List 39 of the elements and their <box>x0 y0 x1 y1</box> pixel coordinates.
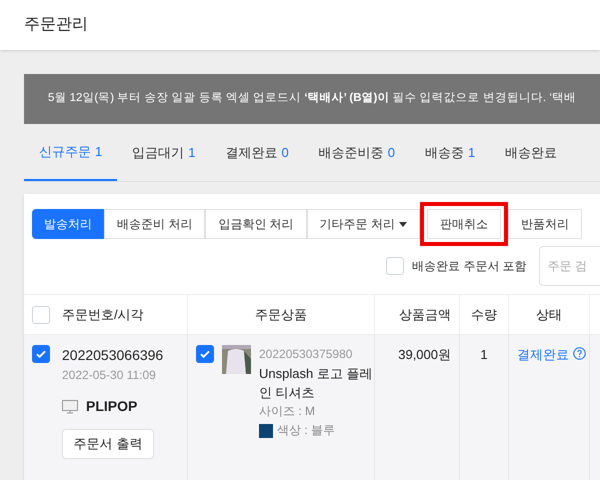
checkbox-label: 배송완료 주문서 포함 <box>412 258 527 275</box>
column-header: 상태 <box>536 306 562 324</box>
check-icon <box>35 348 47 360</box>
product-code: 20220530375980 <box>259 346 354 363</box>
status-tab[interactable]: 신규주문 1 <box>24 124 118 181</box>
column-header: 상품금액 <box>399 306 451 324</box>
column-header: 수량 <box>471 306 497 324</box>
action-button[interactable]: 입금확인 처리 <box>205 209 307 239</box>
status-tab[interactable]: 배송완료 <box>490 124 572 181</box>
action-button[interactable]: 발송처리 <box>32 209 104 239</box>
checkbox[interactable] <box>196 345 214 363</box>
sales-channel: PLIPOP <box>86 397 138 416</box>
status-tab[interactable]: 배송준비중 0 <box>304 124 410 181</box>
action-button[interactable]: 반품처리 <box>508 209 582 239</box>
order-number: 2022053066396 <box>62 346 164 365</box>
product-option: 색상 : 블루 <box>277 421 336 440</box>
status-tab[interactable]: 배송중 1 <box>410 124 490 181</box>
check-icon <box>199 348 211 360</box>
price: 39,000원 <box>398 346 451 364</box>
order-time: 2022-05-30 11:09 <box>62 367 157 384</box>
status-tab[interactable]: 결제완료 0 <box>210 124 304 181</box>
quantity: 1 <box>480 346 488 364</box>
product-option: 사이즈 : M <box>259 402 315 421</box>
notice-text: 5월 12일(목) 부터 송장 일괄 등록 엑셀 업로드시 ‘택배사’ (B열)이 필수 입력값으로 변경됩니다. ‘택배 <box>48 91 576 106</box>
caret-icon <box>399 222 408 226</box>
help-icon[interactable] <box>573 347 586 360</box>
column-header: 주문상품 <box>255 306 307 324</box>
dropdown-button[interactable]: 기타주문 처리 <box>306 209 420 239</box>
print-order-button[interactable]: 주문서 출력 <box>62 429 154 459</box>
action-button[interactable]: 배송준비 처리 <box>104 209 206 239</box>
page-title: 주문관리 <box>24 15 88 35</box>
product-name: Unsplash 로고 플레인 티셔츠 <box>259 365 374 402</box>
checkbox[interactable] <box>32 345 50 363</box>
status-tab[interactable]: 입금대기 1 <box>117 124 210 181</box>
search-field[interactable]: 주문 검 <box>538 246 600 286</box>
monitor-icon <box>62 400 78 414</box>
status-link[interactable]: 결제완료 <box>517 345 569 364</box>
column-header: 주문번호/시각 <box>62 306 144 324</box>
action-button[interactable]: 판매취소 <box>427 209 502 239</box>
